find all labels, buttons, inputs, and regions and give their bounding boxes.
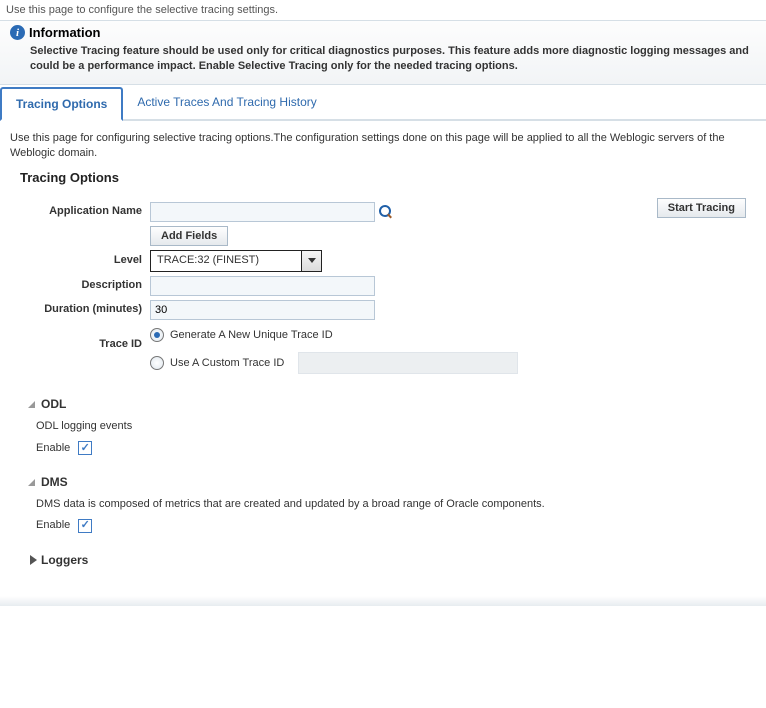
duration-input[interactable]: [150, 300, 375, 320]
custom-trace-id-input: [298, 352, 518, 374]
info-icon: i: [10, 25, 25, 40]
page-description: Use this page to configure the selective…: [0, 0, 766, 21]
tab-bar: Tracing Options Active Traces And Tracin…: [0, 85, 766, 121]
radio-generate-trace-id[interactable]: [150, 328, 164, 342]
tab-active-traces-history[interactable]: Active Traces And Tracing History: [123, 87, 330, 121]
odl-enable-checkbox[interactable]: [78, 441, 92, 455]
odl-description: ODL logging events: [36, 419, 657, 434]
intro-text: Use this page for configuring selective …: [10, 131, 756, 162]
radio-custom-trace-id[interactable]: [150, 356, 164, 370]
start-tracing-button[interactable]: Start Tracing: [657, 198, 746, 218]
loggers-title: Loggers: [41, 552, 88, 569]
search-icon[interactable]: [379, 205, 393, 219]
chevron-down-icon[interactable]: [301, 251, 321, 271]
collapse-icon[interactable]: [28, 401, 35, 408]
add-fields-button[interactable]: Add Fields: [150, 226, 228, 246]
label-description: Description: [10, 278, 150, 293]
info-title: Information: [29, 25, 101, 40]
tab-tracing-options[interactable]: Tracing Options: [0, 87, 123, 121]
radio-generate-label: Generate A New Unique Trace ID: [170, 328, 333, 343]
expand-icon[interactable]: [30, 555, 37, 565]
level-select[interactable]: TRACE:32 (FINEST): [150, 250, 322, 272]
dms-title: DMS: [41, 474, 68, 491]
dms-enable-checkbox[interactable]: [78, 519, 92, 533]
collapse-icon[interactable]: [28, 479, 35, 486]
information-panel: i Information Selective Tracing feature …: [0, 21, 766, 85]
tab-content: Use this page for configuring selective …: [0, 121, 766, 583]
info-message: Selective Tracing feature should be used…: [10, 40, 756, 74]
level-value: TRACE:32 (FINEST): [151, 251, 301, 271]
label-application-name: Application Name: [10, 204, 150, 219]
description-input[interactable]: [150, 276, 375, 296]
odl-title: ODL: [41, 396, 66, 413]
section-title: Tracing Options: [20, 169, 756, 187]
label-duration: Duration (minutes): [10, 302, 150, 317]
footer-shade: [0, 596, 766, 606]
dms-description: DMS data is composed of metrics that are…: [36, 497, 657, 512]
odl-enable-label: Enable: [36, 441, 70, 456]
label-level: Level: [10, 253, 150, 268]
application-name-input[interactable]: [150, 202, 375, 222]
dms-enable-label: Enable: [36, 518, 70, 533]
label-trace-id: Trace ID: [10, 337, 150, 352]
radio-custom-label: Use A Custom Trace ID: [170, 356, 284, 371]
